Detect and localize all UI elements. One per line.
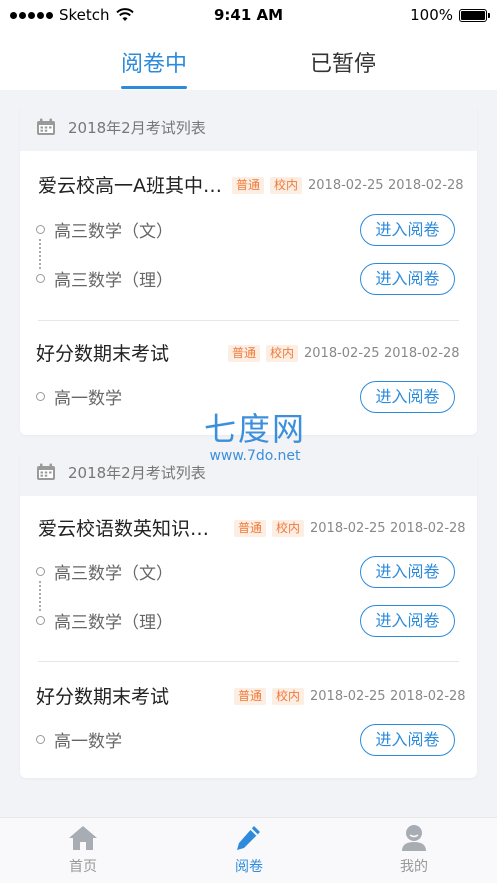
exam-start-date: 2018-02-25: [308, 178, 384, 193]
enter-marking-button[interactable]: 进入阅卷: [360, 381, 455, 413]
exam-start-date: 2018-02-25: [304, 346, 380, 361]
exam-scope-tag: 校内: [266, 345, 299, 362]
top-tabs: 阅卷中 已暂停: [0, 38, 497, 90]
timeline-dot-icon: [36, 392, 45, 401]
exam-title[interactable]: 好分数期末考试: [36, 339, 169, 366]
subject-name: 高三数学（理）: [54, 271, 173, 291]
subject-name: 高一数学: [54, 389, 122, 409]
exam-type-tag: 普通: [234, 520, 267, 537]
nav-home-label: 首页: [69, 859, 97, 875]
nav-home[interactable]: 首页: [33, 824, 133, 876]
calendar-icon: [37, 118, 55, 135]
subject-name: 高三数学（理）: [54, 613, 173, 633]
exam-scope-tag: 校内: [272, 520, 305, 537]
enter-marking-button[interactable]: 进入阅卷: [360, 263, 455, 295]
nav-me[interactable]: 我的: [364, 824, 464, 876]
card-header: 2018年2月考试列表: [20, 103, 477, 151]
pencil-icon: [237, 826, 260, 850]
exam-item: 爱云校高一A班其中… 普通 校内 2018-02-25 2018-02-28 高…: [20, 151, 477, 435]
exam-type-tag: 普通: [232, 177, 265, 194]
bottom-tab-bar: 首页 阅卷 我的: [0, 817, 497, 883]
nav-me-label: 我的: [400, 859, 428, 875]
exam-type-tag: 普通: [228, 345, 261, 362]
subject-item: 高一数学: [36, 727, 122, 752]
enter-marking-button[interactable]: 进入阅卷: [360, 724, 455, 756]
home-icon: [69, 826, 97, 850]
nav-marking-label: 阅卷: [235, 859, 263, 875]
timeline-connector: [39, 581, 41, 611]
exam-end-date: 2018-02-28: [390, 521, 466, 536]
subject-name: 高一数学: [54, 732, 122, 752]
timeline-connector: [39, 239, 41, 269]
exam-end-date: 2018-02-28: [390, 689, 466, 704]
tab-paused[interactable]: 已暂停: [273, 46, 413, 78]
status-bar: Sketch 9:41 AM 100%: [0, 0, 497, 30]
timeline-dot-icon: [36, 225, 45, 234]
battery-icon: [459, 8, 490, 22]
calendar-icon: [37, 463, 55, 480]
exam-scope-tag: 校内: [270, 177, 303, 194]
timeline-dot-icon: [36, 567, 45, 576]
card-header-title: 2018年2月考试列表: [68, 118, 206, 137]
subject-item: 高一数学: [36, 384, 122, 409]
exam-month-card: 2018年2月考试列表 爱云校高一A班其中… 普通 校内 2018-02-25 …: [20, 103, 477, 435]
user-icon: [402, 825, 426, 851]
exam-title[interactable]: 爱云校高一A班其中…: [38, 171, 222, 198]
exam-title[interactable]: 爱云校语数英知识…: [38, 514, 209, 541]
watermark: 七度网 www.7do.net: [190, 410, 320, 464]
subject-item: 高三数学（文）: [36, 559, 173, 584]
divider: [38, 661, 459, 662]
enter-marking-button[interactable]: 进入阅卷: [360, 605, 455, 637]
exam-scope-tag: 校内: [272, 688, 305, 705]
divider: [38, 320, 459, 321]
battery-percent: 100%: [410, 6, 453, 24]
exam-end-date: 2018-02-28: [388, 178, 464, 193]
exam-end-date: 2018-02-28: [384, 346, 460, 361]
exam-start-date: 2018-02-25: [310, 689, 386, 704]
timeline-dot-icon: [36, 274, 45, 283]
battery-info: 100%: [410, 6, 490, 24]
exam-title[interactable]: 好分数期末考试: [36, 682, 169, 709]
nav-marking[interactable]: 阅卷: [199, 824, 299, 876]
subject-item: 高三数学（理）: [36, 608, 173, 633]
watermark-url: www.7do.net: [209, 448, 301, 464]
card-header-title: 2018年2月考试列表: [68, 463, 206, 482]
subject-name: 高三数学（文）: [54, 222, 173, 242]
enter-marking-button[interactable]: 进入阅卷: [360, 214, 455, 246]
subject-name: 高三数学（文）: [54, 564, 173, 584]
subject-item: 高三数学（理）: [36, 266, 173, 291]
timeline-dot-icon: [36, 735, 45, 744]
subject-item: 高三数学（文）: [36, 217, 173, 242]
tab-marking[interactable]: 阅卷中: [84, 46, 224, 78]
exam-start-date: 2018-02-25: [310, 521, 386, 536]
exam-item: 爱云校语数英知识… 普通 校内 2018-02-25 2018-02-28 高三…: [20, 496, 477, 778]
enter-marking-button[interactable]: 进入阅卷: [360, 556, 455, 588]
timeline-dot-icon: [36, 616, 45, 625]
exam-type-tag: 普通: [234, 688, 267, 705]
watermark-brand: 七度网: [203, 410, 306, 448]
exam-month-card: 2018年2月考试列表 爱云校语数英知识… 普通 校内 2018-02-25 2…: [20, 448, 477, 778]
active-tab-indicator: [121, 86, 187, 89]
